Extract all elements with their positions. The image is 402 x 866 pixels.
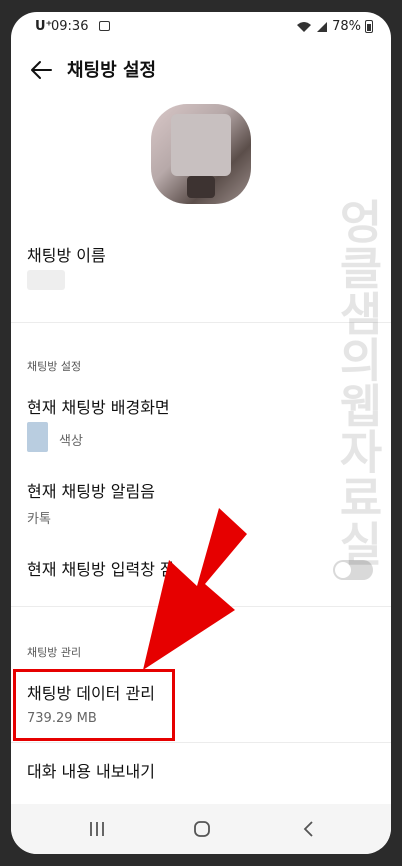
notification-sound-value: 카톡 — [27, 512, 51, 527]
home-icon[interactable] — [190, 818, 214, 840]
image-notification-icon — [99, 21, 110, 31]
section-heading-management: 채팅방 관리 — [27, 646, 82, 659]
page-title: 채팅방 설정 — [67, 60, 157, 81]
back-arrow-icon[interactable] — [27, 56, 55, 84]
divider — [11, 742, 391, 743]
recent-apps-icon[interactable] — [85, 818, 109, 840]
status-icons: 78% — [296, 19, 373, 34]
chatroom-profile-image[interactable] — [151, 104, 251, 204]
app-header: 채팅방 설정 — [11, 50, 391, 90]
export-chat-label: 대화 내용 내보내기 — [27, 762, 155, 781]
blurred-face — [171, 114, 231, 176]
carrier-label: U⁺ — [35, 19, 53, 34]
chat-name-value-blurred — [27, 270, 65, 290]
background-setting-value: 색상 — [59, 434, 83, 449]
clock: 09:36 — [51, 19, 89, 34]
signal-icon — [317, 21, 328, 32]
notification-sound-label: 현재 채팅방 알림음 — [27, 482, 155, 501]
battery-percent: 78% — [332, 19, 361, 34]
back-nav-icon[interactable] — [297, 818, 321, 840]
red-arrow-annotation — [143, 508, 247, 670]
profile-image-detail — [187, 176, 215, 198]
background-setting-label: 현재 채팅방 배경화면 — [27, 398, 170, 417]
wifi-icon — [297, 21, 312, 32]
chat-name-label: 채팅방 이름 — [27, 246, 106, 265]
phone-screen: U⁺ 09:36 78% 채팅방 설정 채팅방 이름 채팅방 설정 현재 채팅방… — [11, 12, 391, 854]
color-swatch — [27, 422, 48, 452]
system-nav-bar — [11, 804, 391, 854]
status-bar: U⁺ 09:36 78% — [11, 12, 391, 42]
section-heading-settings: 채팅방 설정 — [27, 360, 82, 373]
watermark-text: 엉클샘의웹자료실 — [331, 198, 385, 566]
battery-icon — [365, 20, 373, 33]
